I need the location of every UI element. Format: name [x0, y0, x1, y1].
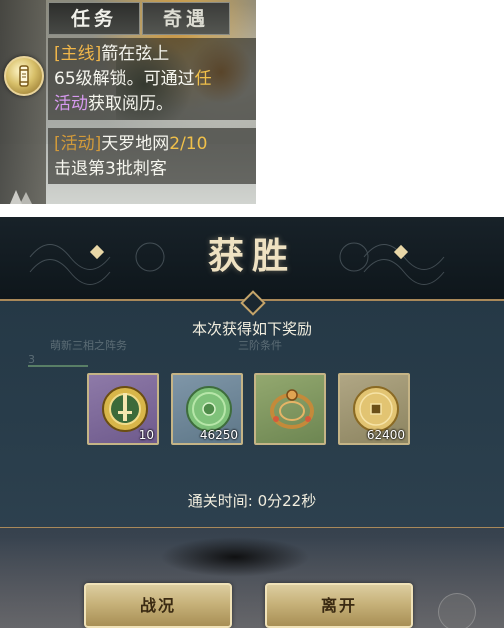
background-quest-ghost: 萌新三相之阵务	[50, 339, 127, 352]
victory-banner: 获胜	[0, 217, 504, 301]
background-quest-ghost-tag: 三阶条件	[238, 339, 282, 352]
main-quest-tag: [主线]	[54, 44, 102, 64]
screen: 任务 奇遇 [主线]箭在弦上 65级解锁。可通过任 活动获取阅历。 [活动]天罗…	[0, 0, 504, 628]
reward-quantity: 46250	[199, 428, 238, 442]
reward-slot[interactable]: 10	[87, 373, 159, 445]
main-quest-desc-highlight: 任	[194, 69, 212, 89]
event-quest-tag: [活动]	[54, 134, 102, 154]
main-quest-entry[interactable]: [主线]箭在弦上 65级解锁。可通过任 活动获取阅历。	[48, 38, 256, 120]
event-quest-title: 天罗地网	[101, 134, 170, 154]
tab-quests[interactable]: 任务	[48, 2, 140, 35]
reward-panel: 本次获得如下奖励 萌新三相之阵务 3 三阶条件 10 46250 62400 通…	[0, 301, 504, 528]
victory-screen: 获胜 本次获得如下奖励 萌新三相之阵务 3 三阶条件 10 46250 6240…	[0, 217, 504, 628]
reward-quantity: 62400	[366, 428, 405, 442]
reward-quantity: 10	[138, 428, 154, 442]
main-quest-title: 箭在弦上	[101, 44, 170, 64]
event-quest-objective: 击退第3批刺客	[54, 159, 167, 179]
victory-title: 获胜	[207, 235, 296, 277]
settings-icon[interactable]	[438, 593, 476, 628]
main-quest-desc: 65级解锁。可通过	[54, 69, 195, 89]
bronze-ring-icon	[270, 389, 314, 429]
background-character-shadow	[160, 537, 310, 577]
leave-button[interactable]: 离开	[265, 583, 413, 628]
main-quest-desc-end: 获取阅历。	[88, 94, 173, 114]
quest-sidebar	[0, 0, 46, 204]
reward-heading: 本次获得如下奖励	[191, 320, 312, 338]
tab-encounters[interactable]: 奇遇	[142, 2, 230, 35]
event-quest-progress: 2/10	[169, 134, 208, 154]
reward-slot[interactable]	[254, 373, 326, 445]
reward-slot[interactable]: 62400	[338, 373, 410, 445]
scroll-icon[interactable]	[4, 56, 44, 96]
event-quest-entry[interactable]: [活动]天罗地网2/10 击退第3批刺客	[48, 128, 256, 184]
team-icon[interactable]	[6, 184, 36, 204]
main-quest-activity-link[interactable]: 活动	[54, 94, 88, 114]
battle-status-button[interactable]: 战况	[84, 583, 232, 628]
reward-slot[interactable]: 46250	[171, 373, 243, 445]
quest-tracker-panel: 任务 奇遇 [主线]箭在弦上 65级解锁。可通过任 活动获取阅历。 [活动]天罗…	[0, 0, 256, 204]
clear-time: 通关时间: 0分22秒	[187, 492, 317, 510]
background-ghost-bar	[28, 365, 88, 367]
